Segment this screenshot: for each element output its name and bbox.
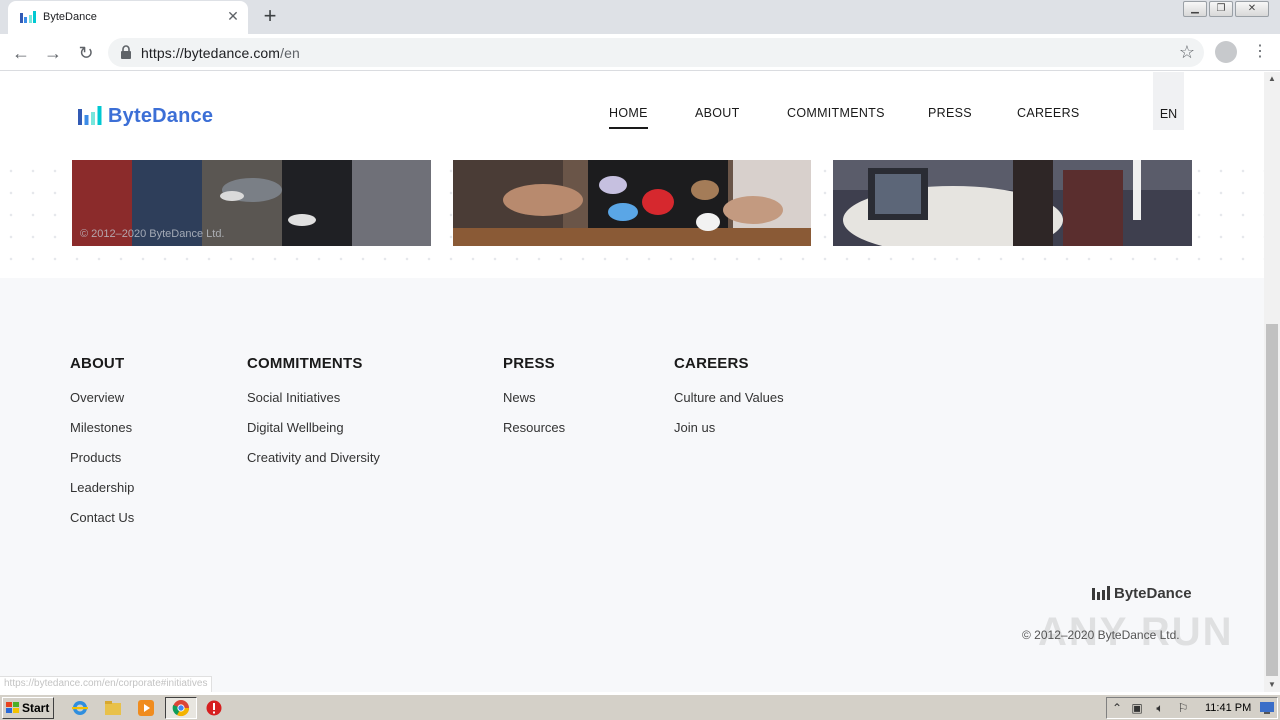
- footer-link-social-initiatives[interactable]: Social Initiatives: [247, 390, 380, 406]
- footer-column-press: PRESS News Resources: [503, 355, 565, 450]
- footer-link-contact-us[interactable]: Contact Us: [70, 510, 134, 526]
- photo-caption: © 2012–2020 ByteDance Ltd.: [80, 228, 225, 240]
- photo-strip: © 2012–2020 ByteDance Ltd.: [0, 160, 1264, 278]
- nav-home[interactable]: HOME: [609, 106, 648, 129]
- back-arrow-icon[interactable]: ←: [10, 42, 32, 64]
- browser-tab-strip: ByteDance ✕ + ▁ ❐ ✕: [0, 0, 1280, 34]
- nav-about[interactable]: ABOUT: [695, 106, 740, 120]
- footer-heading-commitments: COMMITMENTS: [247, 355, 363, 372]
- page-scrollbar[interactable]: ▲ ▼: [1264, 72, 1280, 692]
- tray-expand-icon[interactable]: ⌃: [1109, 701, 1125, 715]
- start-button[interactable]: Start: [2, 697, 54, 719]
- scroll-up-arrow-icon[interactable]: ▲: [1264, 72, 1280, 86]
- tab-title: ByteDance: [43, 11, 97, 23]
- browser-toolbar: ← → ↻ https://bytedance.com/en ☆: [0, 34, 1280, 71]
- footer-heading-press: PRESS: [503, 355, 555, 372]
- profile-avatar-icon[interactable]: [1215, 41, 1237, 63]
- footer-link-milestones[interactable]: Milestones: [70, 420, 134, 436]
- footer-link-creativity-diversity[interactable]: Creativity and Diversity: [247, 450, 380, 466]
- footer-column-about: ABOUT Overview Milestones Products Leade…: [70, 355, 134, 540]
- team-photo-3-image: [833, 160, 1192, 246]
- team-photo-1: © 2012–2020 ByteDance Ltd.: [72, 160, 431, 246]
- browser-tab[interactable]: ByteDance ✕: [8, 1, 248, 34]
- bookmark-star-icon[interactable]: ☆: [1176, 41, 1198, 63]
- footer-heading-careers: CAREERS: [674, 355, 749, 372]
- system-tray: ⌃ ▣ 🔈︎ ⚐ 11:41 PM: [1106, 697, 1278, 719]
- team-photo-2: [453, 160, 811, 246]
- address-bar[interactable]: https://bytedance.com/en ☆: [108, 38, 1204, 67]
- internet-explorer-icon[interactable]: [71, 699, 89, 717]
- start-label: Start: [22, 701, 50, 715]
- new-tab-icon[interactable]: +: [258, 5, 282, 29]
- footer-link-digital-wellbeing[interactable]: Digital Wellbeing: [247, 420, 380, 436]
- media-player-icon[interactable]: [137, 699, 155, 717]
- footer-copyright: © 2012–2020 ByteDance Ltd.: [1022, 628, 1180, 642]
- footer-logo-text: ByteDance: [1114, 585, 1192, 602]
- action-center-flag-icon[interactable]: ⚐: [1175, 701, 1191, 715]
- team-photo-2-image: [453, 160, 811, 246]
- scroll-down-arrow-icon[interactable]: ▼: [1264, 678, 1280, 692]
- url-host: https://bytedance.com: [141, 45, 281, 61]
- site-header: ByteDance HOME ABOUT COMMITMENTS PRESS C…: [0, 72, 1264, 160]
- logo-text: ByteDance: [108, 104, 214, 127]
- language-switcher[interactable]: EN: [1153, 72, 1184, 130]
- site-logo[interactable]: ByteDance: [78, 103, 213, 129]
- footer-heading-about: ABOUT: [70, 355, 125, 372]
- window-close-icon[interactable]: ✕: [1235, 1, 1269, 17]
- restore-icon[interactable]: ❐: [1209, 1, 1233, 17]
- file-explorer-icon[interactable]: [104, 699, 122, 717]
- bytedance-logo-icon: [78, 106, 102, 125]
- reload-icon[interactable]: ↻: [75, 42, 97, 64]
- nav-commitments[interactable]: COMMITMENTS: [787, 106, 885, 120]
- footer-column-commitments: COMMITMENTS Social Initiatives Digital W…: [247, 355, 380, 480]
- taskbar-clock[interactable]: 11:41 PM: [1205, 702, 1251, 714]
- volume-icon[interactable]: 🔈︎: [1152, 701, 1168, 715]
- footer-link-join-us[interactable]: Join us: [674, 420, 784, 436]
- page-viewport: ByteDance HOME ABOUT COMMITMENTS PRESS C…: [0, 72, 1264, 692]
- bytedance-footer-logo-icon: [1092, 586, 1110, 600]
- footer-link-products[interactable]: Products: [70, 450, 134, 466]
- footer-link-overview[interactable]: Overview: [70, 390, 134, 406]
- footer-column-careers: CAREERS Culture and Values Join us: [674, 355, 784, 450]
- footer-link-culture-values[interactable]: Culture and Values: [674, 390, 784, 406]
- forward-arrow-icon[interactable]: →: [42, 42, 64, 64]
- minimize-icon[interactable]: ▁: [1183, 1, 1207, 17]
- scroll-thumb[interactable]: [1266, 324, 1278, 676]
- show-desktop-icon[interactable]: [1259, 701, 1275, 715]
- close-tab-icon[interactable]: ✕: [225, 8, 241, 24]
- lock-icon: [121, 45, 131, 59]
- network-icon[interactable]: ▣: [1129, 701, 1145, 715]
- footer-link-news[interactable]: News: [503, 390, 565, 406]
- windows-taskbar: Start ⌃ ▣ 🔈︎ ⚐ 11:41 PM: [0, 694, 1280, 720]
- footer-link-resources[interactable]: Resources: [503, 420, 565, 436]
- site-footer: ABOUT Overview Milestones Products Leade…: [0, 278, 1264, 692]
- nav-press[interactable]: PRESS: [928, 106, 972, 120]
- footer-link-leadership[interactable]: Leadership: [70, 480, 134, 496]
- more-menu-icon[interactable]: ⋮: [1252, 42, 1268, 62]
- nav-careers[interactable]: CAREERS: [1017, 106, 1080, 120]
- team-photo-3: [833, 160, 1192, 246]
- status-bar-url: https://bytedance.com/en/corporate#initi…: [0, 676, 213, 692]
- antivirus-alert-icon[interactable]: [205, 699, 223, 717]
- url-path: /en: [280, 45, 300, 61]
- url-text: https://bytedance.com/en: [141, 45, 300, 61]
- windows-flag-icon: [6, 702, 19, 713]
- footer-logo[interactable]: ByteDance: [1092, 585, 1192, 602]
- chrome-icon[interactable]: [172, 699, 190, 717]
- bytedance-favicon-icon: [20, 11, 36, 23]
